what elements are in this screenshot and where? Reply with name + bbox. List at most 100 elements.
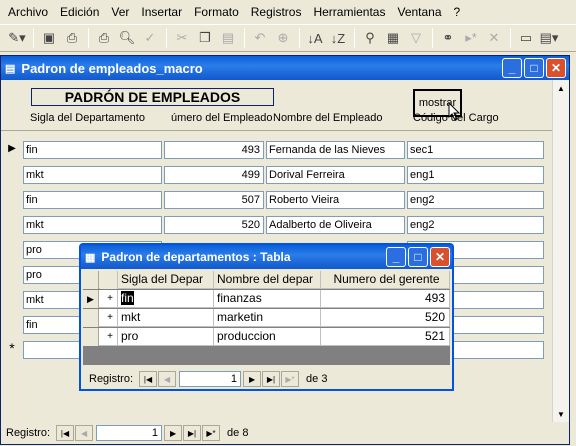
scroll-down-icon[interactable]: ▼ [553,406,569,422]
menu-herramientas[interactable]: Herramientas [313,5,385,19]
col-header-sigla[interactable]: Sigla del Depar [118,271,214,289]
cell-gerente[interactable]: 521 [321,328,450,346]
new-record-nav-icon[interactable]: ▶* [202,425,221,441]
copy-icon[interactable]: ❐ [194,27,216,49]
job-field[interactable]: eng2 [407,191,544,209]
find-icon[interactable]: ⚭ [437,27,459,49]
menu-edicion[interactable]: Edición [60,5,99,19]
undo-icon[interactable]: ↶ [249,27,271,49]
child-maximize-button[interactable]: □ [408,247,428,267]
expand-icon[interactable]: + [100,290,118,308]
table-row[interactable]: ▶ + fin finanzas 493 [83,290,450,308]
child-last-record-icon[interactable]: ▶| [262,371,281,387]
toolbar: ✎▾ ▣ ⎙ ⎙ 🔍︎ ✓ ✂ ❐ ▤ ↶ ⊕ ↓A ↓Z ⚲ ▦ ▽ ⚭ ▸*… [0,24,576,52]
cell-sigla[interactable]: fin [118,290,214,308]
filter-selection-icon[interactable]: ⚲ [359,27,381,49]
paste-icon[interactable]: ▤ [217,27,239,49]
cell-sigla[interactable]: mkt [118,309,214,327]
vertical-scrollbar[interactable]: ▲ ▼ [552,80,569,422]
table-row[interactable]: + mkt marketin 520 [83,309,450,327]
menu-help[interactable]: ? [454,5,461,19]
next-record-icon[interactable]: ▶ [164,425,183,441]
hyperlink-icon[interactable]: ⊕ [272,27,294,49]
expand-header [100,271,118,289]
cell-nombre[interactable]: produccion [214,328,321,346]
col-header-nombre[interactable]: Nombre del depar [214,271,321,289]
close-button[interactable]: ✕ [546,58,566,78]
toolbar-separator [299,28,300,48]
menu-archivo[interactable]: Archivo [8,5,48,19]
expand-icon[interactable]: + [100,309,118,327]
cell-sigla-selected[interactable]: fin [121,291,134,305]
menu-registros[interactable]: Registros [251,5,302,19]
select-all-corner[interactable] [83,271,99,289]
spelling-icon[interactable]: ✓ [139,27,161,49]
dept-field[interactable]: fin [23,141,162,159]
form-title: PADRÓN DE EMPLEADOS [31,88,274,106]
cell-nombre[interactable]: finanzas [214,290,321,308]
cell-sigla[interactable]: pro [118,328,214,346]
col-header-gerente[interactable]: Numero del gerente [321,271,450,289]
prev-record-icon[interactable]: ◀ [75,425,94,441]
menu-formato[interactable]: Formato [194,5,239,19]
maximize-button[interactable]: □ [524,58,544,78]
child-prev-record-icon[interactable]: ◀ [158,371,177,387]
sort-desc-icon[interactable]: ↓Z [327,27,349,49]
child-record-number-input[interactable]: 1 [179,371,242,387]
row-selector[interactable]: ▶ [83,290,99,308]
child-minimize-button[interactable]: _ [386,247,406,267]
job-field[interactable]: sec1 [407,141,544,159]
apply-filter-icon[interactable]: ▽ [405,27,427,49]
name-field[interactable]: Fernanda de las Nieves [266,141,405,159]
print-preview-icon[interactable]: ⎙ [61,27,83,49]
name-field[interactable]: Adalberto de Oliveira [266,216,405,234]
menu-ventana[interactable]: Ventana [397,5,441,19]
departments-window-title-bar[interactable]: ▦ Padron de departamentos : Tabla _ □ ✕ [81,245,452,269]
job-field[interactable]: eng1 [407,166,544,184]
emp-field[interactable]: 499 [164,166,264,184]
toolbar-separator [244,28,245,48]
design-view-icon[interactable]: ✎▾ [6,27,28,49]
cell-nombre[interactable]: marketin [214,309,321,327]
employees-window-title-bar[interactable]: ▤ Padron de empleados_macro _ □ ✕ [1,56,569,80]
emp-field[interactable]: 520 [164,216,264,234]
dept-field[interactable]: mkt [23,216,162,234]
preview-icon[interactable]: 🔍︎ [116,27,138,49]
print-icon[interactable]: ⎙ [93,27,115,49]
child-new-record-icon[interactable]: ▶* [281,371,300,387]
child-first-record-icon[interactable]: |◀ [139,371,158,387]
row-selector[interactable] [83,309,99,327]
record-number-input[interactable]: 1 [96,425,163,441]
menu-insertar[interactable]: Insertar [141,5,182,19]
dept-field[interactable]: fin [23,191,162,209]
job-field[interactable]: eng2 [407,216,544,234]
name-field[interactable]: Roberto Vieira [266,191,405,209]
scroll-up-icon[interactable]: ▲ [553,80,569,96]
menu-ver[interactable]: Ver [111,5,129,19]
cell-gerente[interactable]: 520 [321,309,450,327]
minimize-button[interactable]: _ [502,58,522,78]
new-record-marker: * [9,340,15,356]
child-next-record-icon[interactable]: ▶ [243,371,262,387]
child-close-button[interactable]: ✕ [430,247,450,267]
delete-record-icon[interactable]: ✕ [483,27,505,49]
emp-field[interactable]: 493 [164,141,264,159]
sort-asc-icon[interactable]: ↓A [304,27,326,49]
table-row[interactable]: + pro produccion 521 [83,328,450,346]
emp-field[interactable]: 507 [164,191,264,209]
last-record-icon[interactable]: ▶| [183,425,202,441]
name-field[interactable]: Dorival Ferreira [266,166,405,184]
save-icon[interactable]: ▣ [38,27,60,49]
new-object-icon[interactable]: ▤▾ [538,27,560,49]
expand-icon[interactable]: + [100,328,118,346]
cut-icon[interactable]: ✂ [171,27,193,49]
cell-gerente[interactable]: 493 [321,290,450,308]
filter-form-icon[interactable]: ▦ [382,27,404,49]
dept-field[interactable]: mkt [23,166,162,184]
new-record-icon[interactable]: ▸* [460,27,482,49]
header-dept: Sigla del Departamento [30,112,145,124]
current-record-arrow[interactable]: ▶ [5,139,19,157]
first-record-icon[interactable]: |◀ [56,425,75,441]
database-window-icon[interactable]: ▭ [515,27,537,49]
row-selector[interactable] [83,328,99,346]
